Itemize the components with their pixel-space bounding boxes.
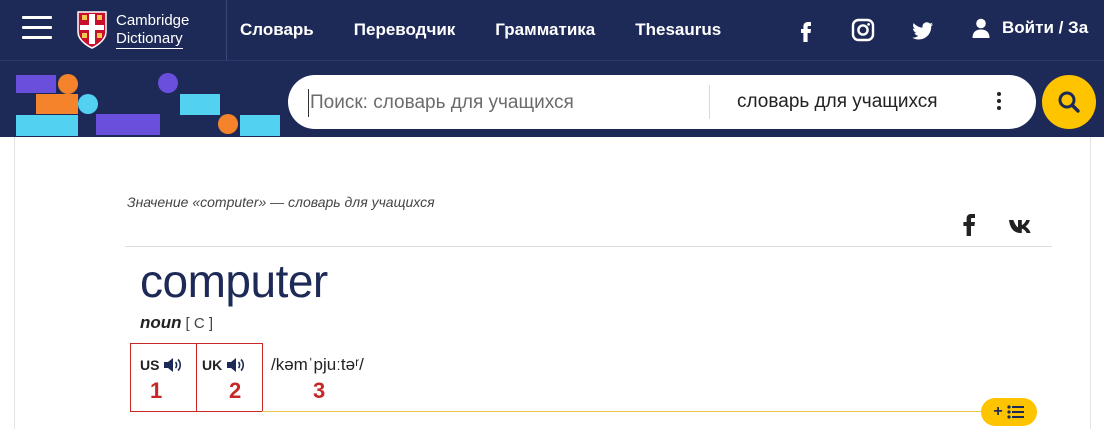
- search-button[interactable]: [1042, 75, 1096, 129]
- uk-pronunciation-button[interactable]: UK: [202, 357, 246, 373]
- search-band: словарь для учащихся: [0, 60, 1104, 137]
- annotation-number-3: 3: [313, 378, 326, 403]
- share-vk-icon[interactable]: [1008, 217, 1034, 235]
- top-nav-bar: Cambridge Dictionary Словарь Переводчик …: [0, 0, 1104, 60]
- search-input[interactable]: [308, 89, 698, 117]
- more-options-icon[interactable]: [994, 92, 1004, 112]
- headword: computer: [140, 255, 328, 307]
- speaker-icon: [164, 358, 182, 372]
- part-of-speech: noun[ C ]: [140, 313, 213, 333]
- entry-divider: [262, 411, 982, 412]
- annotation-number-2: 2: [229, 378, 242, 403]
- decorative-shapes: [16, 73, 280, 136]
- user-icon: [972, 18, 990, 38]
- nav-grammar[interactable]: Грамматика: [495, 20, 595, 40]
- facebook-icon[interactable]: [794, 18, 818, 42]
- main-nav: Словарь Переводчик Грамматика Thesaurus: [240, 0, 761, 60]
- us-pronunciation-button[interactable]: US: [140, 357, 183, 373]
- logo-text-cambridge: Cambridge: [116, 11, 190, 29]
- plus-icon: +: [993, 403, 1003, 420]
- login-link[interactable]: Войти / За: [972, 18, 1088, 38]
- ipa-transcription: /kəmˈpjuːtəʳ/: [271, 355, 364, 374]
- add-to-wordlist-button[interactable]: +: [981, 398, 1037, 426]
- logo-text-dictionary: Dictionary: [116, 29, 183, 49]
- cambridge-logo[interactable]: Cambridge Dictionary: [76, 8, 226, 52]
- login-label: Войти / За: [1002, 18, 1089, 37]
- speaker-icon: [227, 358, 245, 372]
- nav-thesaurus[interactable]: Thesaurus: [635, 20, 721, 40]
- page-border-right: [1090, 137, 1091, 429]
- page-border-left: [14, 137, 15, 429]
- uk-label: UK: [202, 357, 223, 373]
- instagram-icon[interactable]: [851, 18, 875, 42]
- nav-translate[interactable]: Переводчик: [354, 20, 456, 40]
- list-icon: [1007, 405, 1024, 419]
- search-box: словарь для учащихся: [288, 75, 1036, 129]
- annotation-box-1: [130, 343, 197, 412]
- search-icon: [1058, 91, 1080, 113]
- crest-icon: [77, 11, 107, 49]
- pos-label: noun: [140, 313, 182, 332]
- breadcrumb: Значение «computer» — словарь для учащих…: [127, 194, 435, 210]
- dictionary-select[interactable]: словарь для учащихся: [737, 91, 938, 113]
- nav-dictionary[interactable]: Словарь: [240, 20, 314, 40]
- grammar-code: [ C ]: [185, 315, 214, 332]
- share-facebook-icon[interactable]: [962, 214, 976, 236]
- us-label: US: [140, 357, 160, 373]
- twitter-icon[interactable]: [911, 18, 935, 42]
- nav-divider: [226, 0, 227, 60]
- header-divider: [125, 246, 1052, 247]
- search-divider: [709, 85, 710, 119]
- menu-icon[interactable]: [22, 16, 52, 40]
- annotation-number-1: 1: [150, 378, 163, 403]
